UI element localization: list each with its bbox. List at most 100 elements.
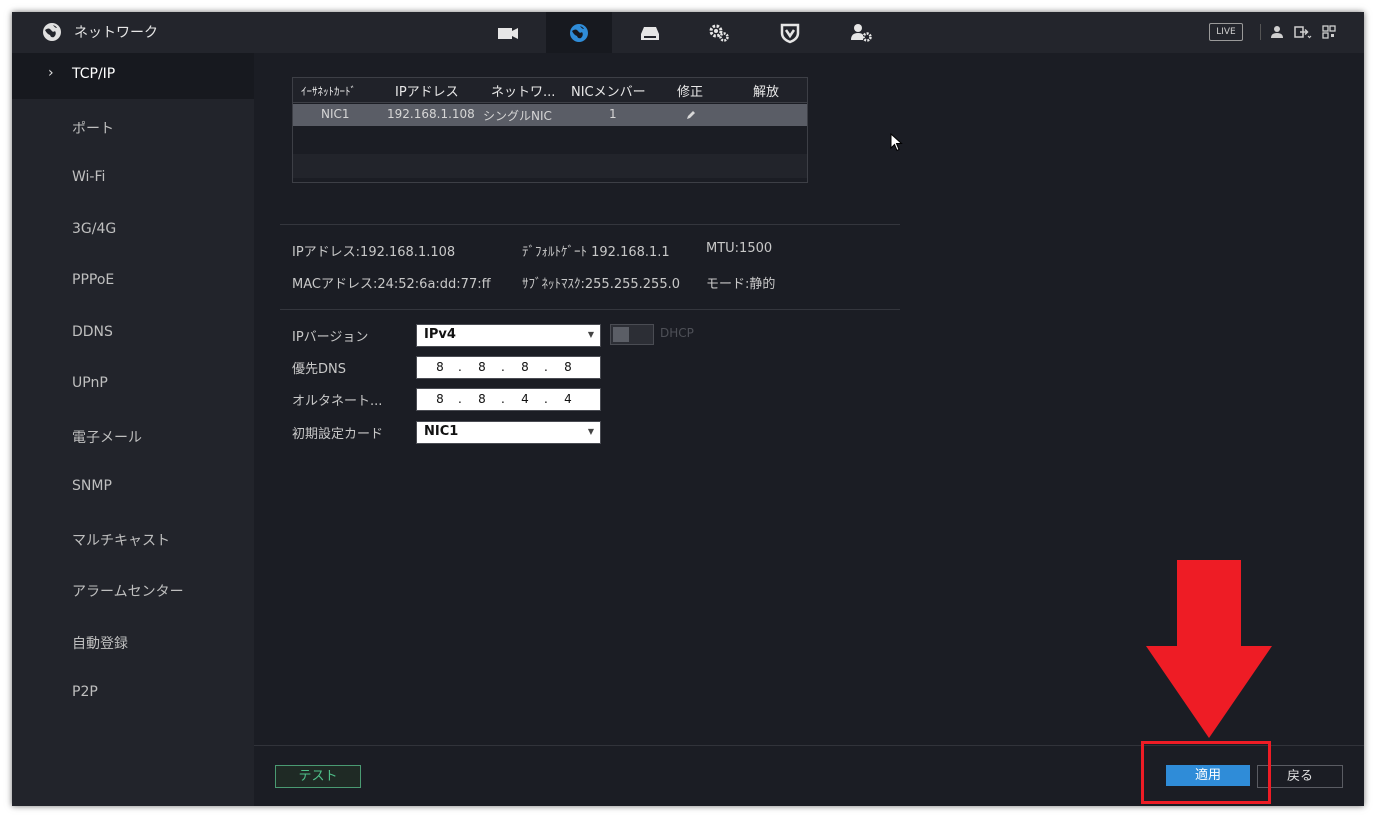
alternate-dns-label: オルタネート... xyxy=(292,394,383,409)
user-icon[interactable] xyxy=(1270,25,1284,39)
sidebar-item-pppoe[interactable]: PPPoE xyxy=(12,259,254,305)
table-row-empty xyxy=(293,128,807,152)
nav-storage[interactable] xyxy=(617,12,683,53)
default-card-label: 初期設定カード xyxy=(292,427,384,442)
logout-icon[interactable] xyxy=(1294,25,1312,39)
info-subnet-mask: ｻﾌﾞﾈｯﾄﾏｽｸ:255.255.255.0 xyxy=(522,277,680,292)
cell-ip: 192.168.1.108 xyxy=(387,107,475,121)
camera-icon xyxy=(498,27,518,39)
cell-members: 1 xyxy=(609,107,617,121)
ip-version-select[interactable]: IPv4 ▼ xyxy=(416,324,601,347)
sidebar-item-label: マルチキャスト xyxy=(72,533,170,549)
edit-pencil-icon[interactable] xyxy=(685,109,697,121)
sidebar-item-label: 自動登録 xyxy=(72,636,128,652)
sidebar-item-label: SNMP xyxy=(72,478,112,494)
sidebar-item-tcpip[interactable]: › TCP/IP xyxy=(12,53,254,99)
nav-system[interactable] xyxy=(686,12,752,53)
ip-dot: . xyxy=(501,360,505,374)
table-row-empty xyxy=(293,154,807,178)
sidebar-item-upnp[interactable]: UPnP xyxy=(12,362,254,408)
column-header-release: 解放 xyxy=(753,85,780,100)
sidebar-item-email[interactable]: 電子メール xyxy=(12,414,254,460)
account-settings-icon xyxy=(851,23,872,42)
table-header: ｲｰｻﾈｯﾄｶｰﾄﾞ IPアドレス ネットワ... NICメンバー 修正 解放 xyxy=(293,78,807,103)
cell-mode: シングルNIC xyxy=(483,109,552,123)
sidebar: › TCP/IP ポート Wi-Fi 3G/4G PPPoE DDNS UPnP… xyxy=(12,53,254,806)
ip-dot: . xyxy=(458,392,462,406)
annotation-highlight-box xyxy=(1141,741,1271,804)
default-card-select[interactable]: NIC1 ▼ xyxy=(416,421,601,444)
ip-version-value: IPv4 xyxy=(424,327,456,342)
sidebar-item-label: 電子メール xyxy=(72,430,142,446)
table-row[interactable]: NIC1 192.168.1.108 シングルNIC 1 xyxy=(293,104,807,126)
sidebar-item-label: P2P xyxy=(72,684,98,700)
sidebar-item-label: アラームセンター xyxy=(72,584,184,600)
sidebar-item-ddns[interactable]: DDNS xyxy=(12,311,254,357)
info-mac-address: MACアドレス:24:52:6a:dd:77:ff xyxy=(292,277,491,292)
sidebar-item-auto-register[interactable]: 自動登録 xyxy=(12,620,254,666)
preferred-dns-input[interactable]: 8 . 8 . 8 . 8 xyxy=(416,356,601,379)
ip-octet: 4 xyxy=(521,392,529,406)
page-title: ネットワーク xyxy=(74,25,158,41)
sidebar-item-wifi[interactable]: Wi-Fi xyxy=(12,156,254,202)
ip-dot: . xyxy=(544,360,548,374)
toolbar-divider xyxy=(1260,24,1261,40)
divider xyxy=(280,224,900,225)
preferred-dns-label: 優先DNS xyxy=(292,362,346,377)
divider xyxy=(280,309,900,310)
sidebar-item-port[interactable]: ポート xyxy=(12,105,254,151)
top-bar: ネットワーク LIVE xyxy=(12,12,1364,53)
nav-network[interactable] xyxy=(546,12,612,53)
nav-account[interactable] xyxy=(828,12,894,53)
sidebar-item-label: DDNS xyxy=(72,324,113,340)
info-mtu: MTU:1500 xyxy=(706,241,773,256)
dhcp-label: DHCP xyxy=(660,326,694,340)
info-default-gateway: ﾃﾞﾌｫﾙﾄｹﾞｰﾄ 192.168.1.1 xyxy=(522,245,670,260)
toggle-knob xyxy=(613,327,629,342)
test-button[interactable]: テスト xyxy=(275,765,361,788)
live-view-button[interactable]: LIVE xyxy=(1209,23,1243,41)
annotation-arrow-icon xyxy=(1146,560,1272,738)
sidebar-item-3g4g[interactable]: 3G/4G xyxy=(12,208,254,254)
ip-octet: 8 xyxy=(478,360,486,374)
sidebar-item-snmp[interactable]: SNMP xyxy=(12,465,254,511)
ip-octet: 8 xyxy=(521,360,529,374)
chevron-right-icon: › xyxy=(48,65,54,81)
column-header-ip: IPアドレス xyxy=(395,85,459,100)
sidebar-item-label: Wi-Fi xyxy=(72,169,106,185)
sidebar-item-label: 3G/4G xyxy=(72,221,117,237)
sidebar-item-label: PPPoE xyxy=(72,272,115,288)
nic-table: ｲｰｻﾈｯﾄｶｰﾄﾞ IPアドレス ネットワ... NICメンバー 修正 解放 … xyxy=(292,77,808,183)
ip-dot: . xyxy=(544,392,548,406)
network-globe-icon xyxy=(43,23,61,41)
network-globe-icon xyxy=(570,23,588,42)
ip-octet: 4 xyxy=(564,392,572,406)
dropdown-arrow-icon: ▼ xyxy=(587,330,594,339)
info-ip-address: IPアドレス:192.168.1.108 xyxy=(292,245,456,260)
mouse-cursor-icon xyxy=(890,133,903,152)
ip-dot: . xyxy=(458,360,462,374)
sidebar-item-p2p[interactable]: P2P xyxy=(12,671,254,717)
sidebar-item-alarm-center[interactable]: アラームセンター xyxy=(12,568,254,614)
ip-octet: 8 xyxy=(564,360,572,374)
default-card-value: NIC1 xyxy=(424,424,459,439)
dhcp-toggle[interactable] xyxy=(610,324,654,345)
sidebar-item-label: TCP/IP xyxy=(72,66,116,82)
qr-code-icon[interactable] xyxy=(1322,25,1336,39)
sidebar-item-multicast[interactable]: マルチキャスト xyxy=(12,517,254,563)
storage-icon xyxy=(641,26,659,40)
column-header-nic-members: NICメンバー xyxy=(571,85,646,100)
sidebar-item-label: UPnP xyxy=(72,375,108,391)
security-shield-icon xyxy=(780,23,800,43)
ip-octet: 8 xyxy=(478,392,486,406)
info-mode: モード:静的 xyxy=(706,277,776,292)
system-settings-icon xyxy=(709,24,729,42)
nav-security[interactable] xyxy=(757,12,823,53)
cell-card: NIC1 xyxy=(321,107,350,121)
alternate-dns-input[interactable]: 8 . 8 . 4 . 4 xyxy=(416,388,601,411)
ip-octet: 8 xyxy=(436,392,444,406)
ip-dot: . xyxy=(501,392,505,406)
column-header-card: ｲｰｻﾈｯﾄｶｰﾄﾞ xyxy=(301,85,356,98)
sidebar-item-label: ポート xyxy=(72,121,114,137)
nav-live-camera[interactable] xyxy=(475,12,541,53)
